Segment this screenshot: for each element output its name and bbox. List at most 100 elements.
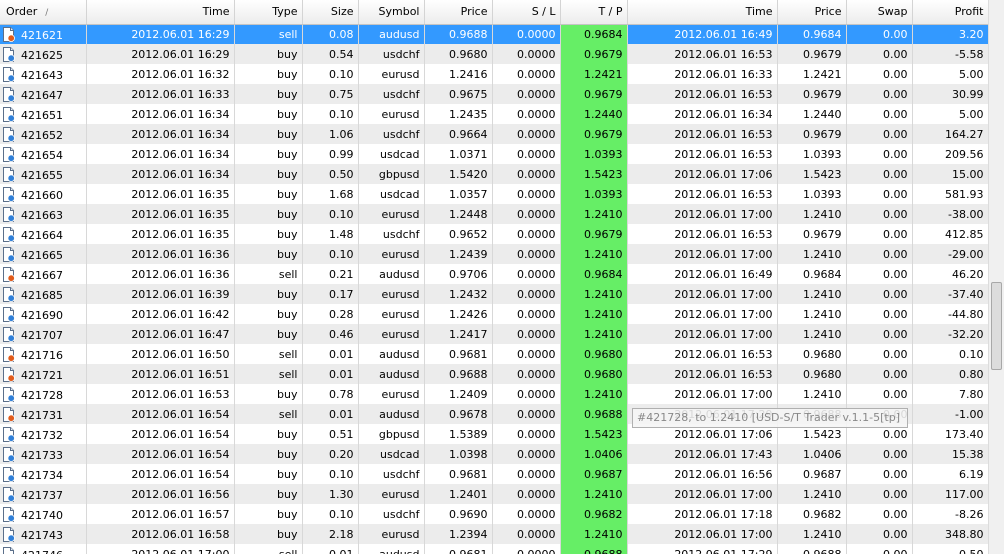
cell-close-price: 1.5423 — [777, 164, 847, 184]
buy-trade-icon — [2, 446, 21, 462]
cell-profit: 0.80 — [912, 364, 988, 384]
table-row[interactable]: 421651 2012.06.01 16:34 buy 0.10 eurusd 1.243… — [0, 104, 988, 124]
cell-order: 421652 — [0, 124, 87, 144]
buy-trade-icon — [2, 386, 21, 402]
cell-order: 421667 — [0, 264, 87, 284]
cell-time: 2012.06.01 16:34 — [86, 164, 235, 184]
cell-close-time: 2012.06.01 16:53 — [627, 224, 778, 244]
table-row[interactable]: 421660 2012.06.01 16:35 buy 1.68 usdcad 1.035… — [0, 184, 988, 204]
cell-symbol: eurusd — [358, 64, 425, 84]
column-header-close-time[interactable]: Time — [627, 0, 778, 25]
cell-order: 421721 — [0, 364, 87, 384]
column-header-size[interactable]: Size — [302, 0, 359, 25]
table-row[interactable]: 421716 2012.06.01 16:50 sell 0.01 audusd 0.96… — [0, 344, 988, 364]
buy-trade-icon — [2, 186, 21, 202]
column-header-sl[interactable]: S / L — [492, 0, 561, 25]
cell-type: sell — [234, 264, 303, 284]
cell-type: buy — [234, 244, 303, 264]
cell-tp: 1.2410 — [560, 324, 628, 344]
cell-size: 0.10 — [302, 204, 359, 224]
column-header-close-price[interactable]: Price — [777, 0, 847, 25]
table-row[interactable]: 421690 2012.06.01 16:42 buy 0.28 eurusd 1.242… — [0, 304, 988, 324]
column-header-order[interactable]: Order / — [0, 0, 87, 25]
cell-order: 421654 — [0, 144, 87, 164]
cell-close-time: 2012.06.01 17:06 — [627, 164, 778, 184]
column-header-type[interactable]: Type — [234, 0, 303, 25]
trade-history-grid: Order / Time Type Size Symbol Price S / L… — [0, 0, 988, 554]
cell-close-time: 2012.06.01 17:00 — [627, 484, 778, 504]
cell-type: sell — [234, 344, 303, 364]
cell-close-time: 2012.06.01 17:00 — [627, 284, 778, 304]
order-number: 421643 — [21, 68, 63, 82]
table-row[interactable]: 421664 2012.06.01 16:35 buy 1.48 usdchf 0.965… — [0, 224, 988, 244]
cell-swap: 0.00 — [846, 124, 913, 144]
vertical-scrollbar[interactable] — [988, 0, 1004, 554]
column-header-swap[interactable]: Swap — [846, 0, 913, 25]
cell-swap: 0.00 — [846, 524, 913, 544]
table-row[interactable]: 421654 2012.06.01 16:34 buy 0.99 usdcad 1.037… — [0, 144, 988, 164]
cell-size: 0.10 — [302, 104, 359, 124]
cell-tp: 0.9679 — [560, 224, 628, 244]
cell-order: 421731 — [0, 404, 87, 424]
table-row[interactable]: 421737 2012.06.01 16:56 buy 1.30 eurusd 1.240… — [0, 484, 988, 504]
cell-close-time: 2012.06.01 16:53 — [627, 124, 778, 144]
cell-time: 2012.06.01 16:35 — [86, 224, 235, 244]
cell-price: 1.2432 — [424, 284, 493, 304]
cell-time: 2012.06.01 16:42 — [86, 304, 235, 324]
cell-close-price: 1.2410 — [777, 524, 847, 544]
order-number: 421655 — [21, 168, 63, 182]
cell-sl: 0.0000 — [492, 244, 561, 264]
cell-sl: 0.0000 — [492, 344, 561, 364]
table-row[interactable]: 421625 2012.06.01 16:29 buy 0.54 usdchf 0.968… — [0, 44, 988, 64]
table-row[interactable]: 421647 2012.06.01 16:33 buy 0.75 usdchf 0.967… — [0, 84, 988, 104]
cell-time: 2012.06.01 16:53 — [86, 384, 235, 404]
table-row[interactable]: 421621 2012.06.01 16:29 sell 0.08 audusd 0.96… — [0, 24, 988, 44]
sort-indicator-icon: / — [45, 8, 49, 19]
cell-price: 1.5389 — [424, 424, 493, 444]
table-row[interactable]: 421721 2012.06.01 16:51 sell 0.01 audusd 0.96… — [0, 364, 988, 384]
table-row[interactable]: 421643 2012.06.01 16:32 buy 0.10 eurusd 1.241… — [0, 64, 988, 84]
cell-close-time: 2012.06.01 16:56 — [627, 464, 778, 484]
cell-time: 2012.06.01 16:54 — [86, 444, 235, 464]
cell-price: 1.5420 — [424, 164, 493, 184]
table-row[interactable]: 421655 2012.06.01 16:34 buy 0.50 gbpusd 1.542… — [0, 164, 988, 184]
row-tooltip: #421728, to 1.2410 [USD-S/T Trader v.1.1… — [632, 408, 908, 428]
cell-swap: 0.00 — [846, 544, 913, 554]
cell-size: 0.20 — [302, 444, 359, 464]
cell-close-price: 0.9679 — [777, 44, 847, 64]
table-row[interactable]: 4217462012.06.01 17:00sell0.01audusd0.96… — [0, 544, 988, 554]
column-header-tp[interactable]: T / P — [560, 0, 628, 25]
order-number: 421737 — [21, 488, 63, 502]
cell-price: 0.9680 — [424, 44, 493, 64]
cell-symbol: audusd — [358, 24, 425, 44]
column-header-time[interactable]: Time — [86, 0, 235, 25]
table-row[interactable]: 421652 2012.06.01 16:34 buy 1.06 usdchf 0.966… — [0, 124, 988, 144]
table-row[interactable]: 421667 2012.06.01 16:36 sell 0.21 audusd 0.97… — [0, 264, 988, 284]
cell-close-price: 1.2410 — [777, 204, 847, 224]
table-row[interactable]: 421734 2012.06.01 16:54 buy 0.10 usdchf 0.968… — [0, 464, 988, 484]
cell-time: 2012.06.01 16:36 — [86, 264, 235, 284]
cell-symbol: usdchf — [358, 464, 425, 484]
cell-symbol: audusd — [358, 344, 425, 364]
cell-swap: 0.00 — [846, 64, 913, 84]
table-row[interactable]: 421740 2012.06.01 16:57 buy 0.10 usdchf 0.969… — [0, 504, 988, 524]
table-row[interactable]: 421707 2012.06.01 16:47 buy 0.46 eurusd 1.241… — [0, 324, 988, 344]
cell-symbol: usdchf — [358, 504, 425, 524]
column-header-symbol[interactable]: Symbol — [358, 0, 425, 25]
table-row[interactable]: 421728 2012.06.01 16:53 buy 0.78 eurusd 1.240… — [0, 384, 988, 404]
table-row[interactable]: 421663 2012.06.01 16:35 buy 0.10 eurusd 1.244… — [0, 204, 988, 224]
cell-tp: 1.5423 — [560, 164, 628, 184]
table-row[interactable]: 421665 2012.06.01 16:36 buy 0.10 eurusd 1.243… — [0, 244, 988, 264]
scrollbar-thumb[interactable] — [991, 282, 1002, 370]
buy-trade-icon — [2, 426, 21, 442]
column-header-price[interactable]: Price — [424, 0, 493, 25]
table-row[interactable]: 421733 2012.06.01 16:54 buy 0.20 usdcad 1.039… — [0, 444, 988, 464]
cell-tp: 0.9679 — [560, 84, 628, 104]
order-number: 421667 — [21, 268, 63, 282]
table-row[interactable]: 421743 2012.06.01 16:58 buy 2.18 eurusd 1.239… — [0, 524, 988, 544]
cell-tp: 0.9688 — [560, 404, 628, 424]
order-number: 421625 — [21, 48, 63, 62]
column-header-profit[interactable]: Profit — [912, 0, 988, 25]
table-row[interactable]: 421685 2012.06.01 16:39 buy 0.17 eurusd 1.243… — [0, 284, 988, 304]
cell-size: 0.28 — [302, 304, 359, 324]
